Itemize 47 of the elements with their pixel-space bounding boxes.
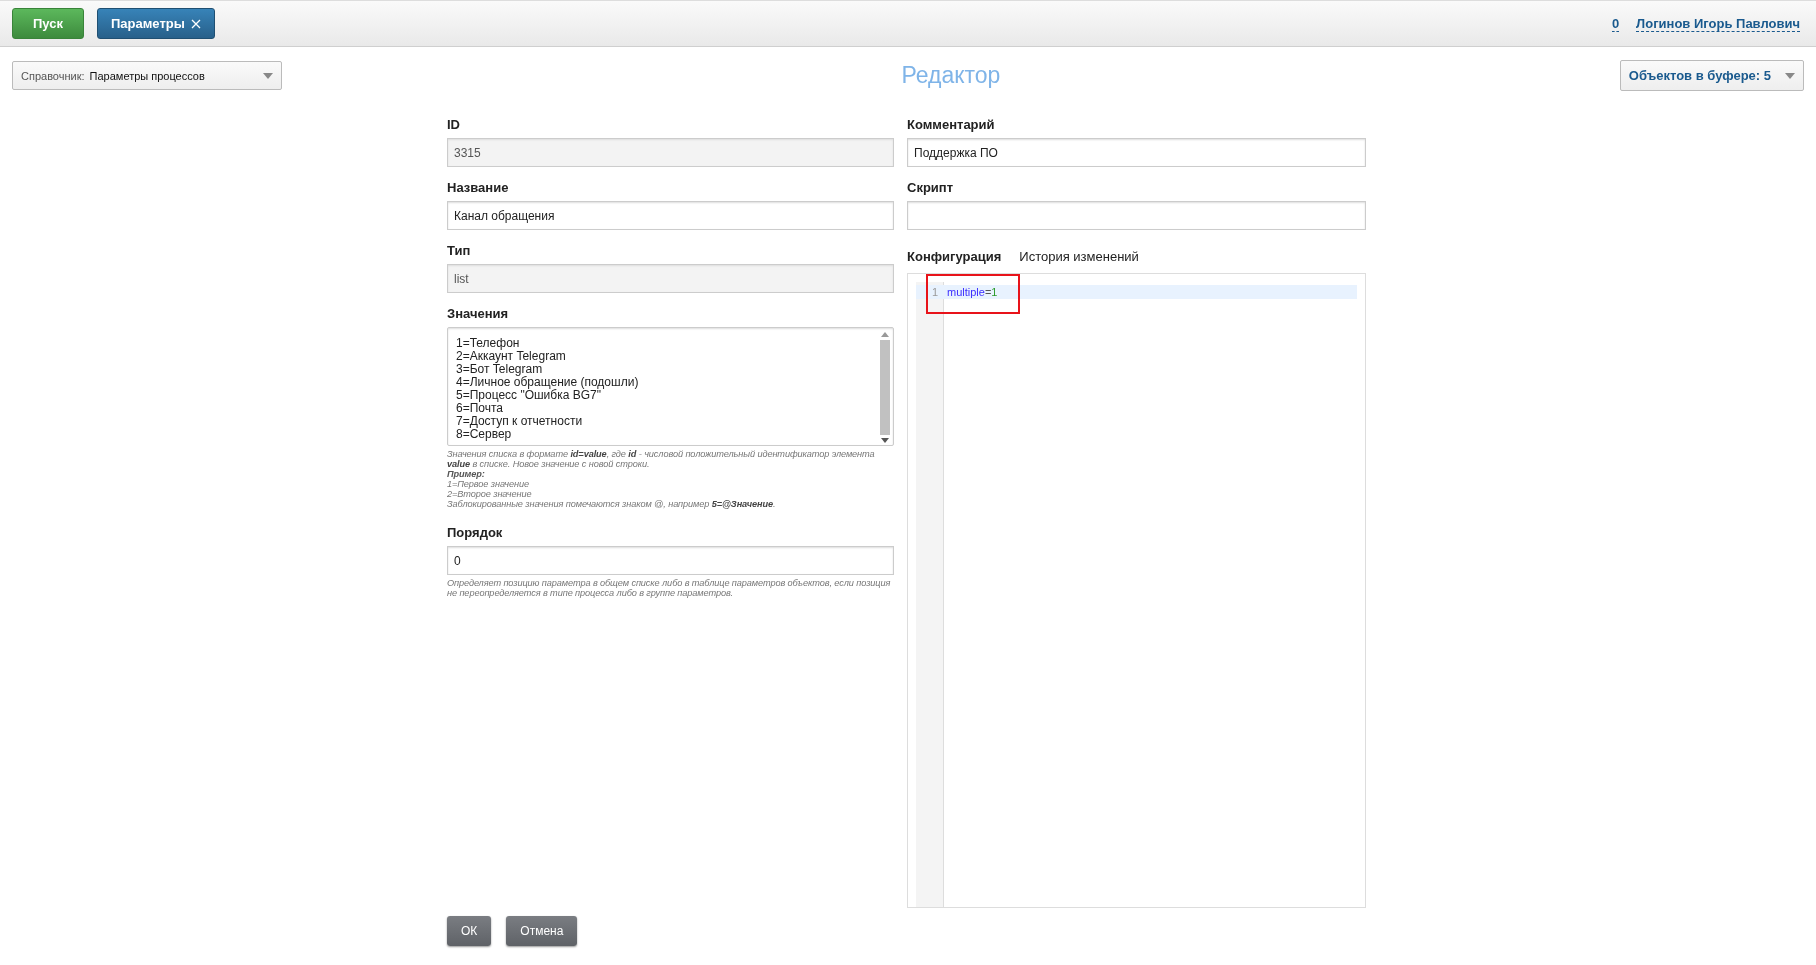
scrollbar[interactable] [879,330,891,443]
tab-button[interactable]: Параметры [97,8,215,39]
value-line: 4=Личное обращение (подошли) [456,376,640,389]
counter-link[interactable]: 0 [1611,15,1620,32]
hint-text: Определяет позицию параметра в общем списке либо в таблице параметров объектов, если позиция не переопределяется в типе процесса либо в группе параметров. [447,578,892,598]
select-label: Справочник: [21,69,85,82]
value-line: 8=Сервер [456,428,513,441]
field-label: ID [447,117,461,134]
value-line: 6=Почта [456,402,503,415]
input-field[interactable]: 0 [447,546,894,575]
user-link[interactable]: Логинов Игорь Павлович [1636,15,1800,32]
hint-text: Пример: [447,469,486,479]
code-editor[interactable]: 1 multiple=1 [907,273,1366,908]
field-label: Тип [447,243,472,260]
field-label: Значения [447,306,510,323]
buffer-button[interactable]: Объектов в буфере: 5 [1619,60,1804,91]
value-line: 5=Процесс "Ошибка BG7" [456,389,601,402]
select-value: Параметры процессов [89,69,205,82]
caret-icon [263,72,273,79]
input-field[interactable]: Канал обращения [447,201,894,230]
hint-text: 2=Второе значение [447,489,533,499]
field-label: Название [447,180,510,197]
hint-text: Значения списка в формате id=value, где id - числовой положительный идентификатор элемента value в списке. Новое значение с новой строки. [447,449,876,469]
directory-select[interactable]: Справочник: Параметры процессов [12,61,282,90]
caret-icon [1785,72,1795,79]
page-title: Редактор [900,62,1002,89]
ok-button[interactable]: ОК [447,916,492,946]
scroll-down-icon[interactable] [881,438,889,443]
editor-tab[interactable]: Конфигурация [907,249,1002,264]
code-text: multiple=1 [946,286,998,298]
hint-text: 1=Первое значение [447,479,530,489]
editor-tab[interactable]: История изменений [1019,249,1139,264]
field-label: Комментарий [907,117,996,134]
values-textarea[interactable]: 1=Телефон 2=Аккаунт Telegram 3=Бот Telegram 4=Личное обращение (подошли) 5=Процесс "Ошибка BG7" 6=Почта 7=Доступ к отчетности 8=Сервер [447,327,894,446]
cancel-button[interactable]: Отмена [506,916,578,946]
value-line: 1=Телефон [456,337,521,350]
input-field[interactable] [907,201,1366,230]
value-line: 7=Доступ к отчетности [456,415,584,428]
input-field[interactable]: Поддержка ПО [907,138,1366,167]
hint-text: Заблокированные значения помечаются знаком @, например 5=@Значение. [447,499,777,509]
line-number: 1 [930,286,939,298]
scroll-up-icon[interactable] [881,332,889,337]
field-label: Порядок [447,525,504,542]
value-line: 2=Аккаунт Telegram [456,350,567,363]
value-line: 3=Бот Telegram [456,363,543,376]
field-label: Скрипт [907,180,955,197]
close-icon[interactable] [190,18,201,29]
